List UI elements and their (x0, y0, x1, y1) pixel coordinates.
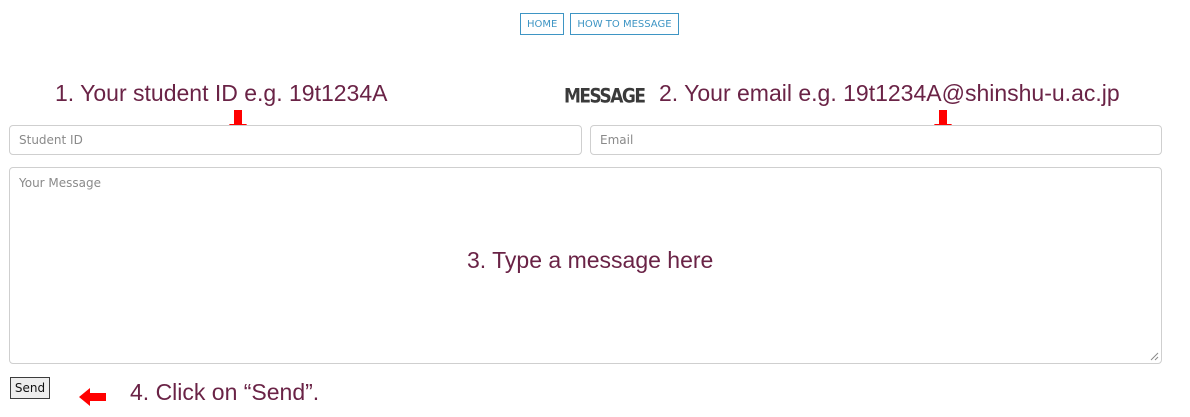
step3-instruction: 3. Type a message here (467, 247, 714, 273)
nav-how-to-message-button[interactable]: HOW TO MESSAGE (570, 13, 679, 35)
top-nav: HOME HOW TO MESSAGE (520, 13, 679, 35)
nav-home-button[interactable]: HOME (520, 13, 565, 35)
student-id-field[interactable] (9, 125, 582, 155)
form-heading: MESSAGE (564, 85, 646, 108)
student-id-input[interactable] (10, 126, 581, 154)
resize-grip-icon[interactable] (1150, 352, 1159, 361)
arrow-left-icon (79, 388, 106, 406)
step1-instruction: 1. Your student ID e.g. 19t1234A (55, 80, 388, 106)
email-field[interactable] (590, 125, 1162, 155)
step4-instruction: 4. Click on “Send”. (130, 379, 320, 405)
step2-instruction: 2. Your email e.g. 19t1234A@shinshu-u.ac… (659, 80, 1120, 106)
send-button[interactable]: Send (10, 377, 50, 399)
email-input[interactable] (591, 126, 1161, 154)
